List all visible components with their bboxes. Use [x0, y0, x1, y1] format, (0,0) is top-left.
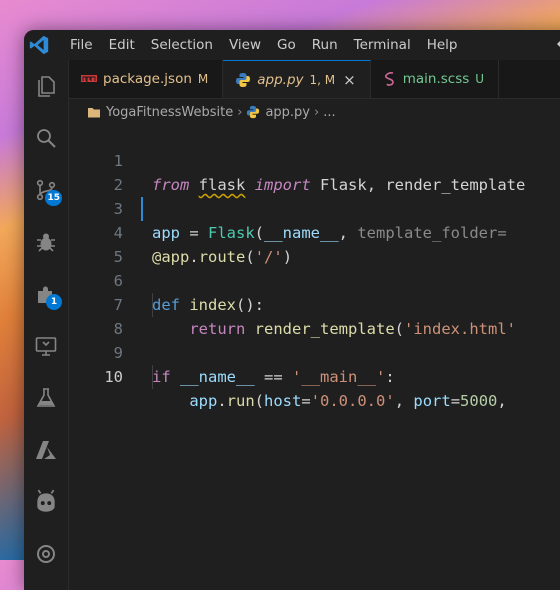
- search-icon[interactable]: [24, 116, 68, 160]
- breadcrumb-ellipsis[interactable]: ...: [323, 105, 335, 120]
- tab-package-json[interactable]: package.json M: [69, 60, 224, 98]
- modified-mark: M: [197, 72, 209, 86]
- chevron-right-icon: ›: [314, 104, 320, 120]
- menu-edit[interactable]: Edit: [101, 37, 143, 53]
- remote-explorer-icon[interactable]: [24, 324, 68, 368]
- menu-terminal[interactable]: Terminal: [346, 37, 419, 53]
- code-line: 8: [69, 293, 560, 338]
- source-control-icon[interactable]: 15: [24, 168, 68, 212]
- menu-view[interactable]: View: [221, 37, 269, 53]
- breadcrumb: YogaFitnessWebsite › app.py › ...: [69, 99, 560, 125]
- openai-icon[interactable]: [24, 532, 68, 576]
- code-line: 9 if __name__ == '__main__':: [69, 317, 560, 386]
- python-icon: [235, 72, 251, 88]
- extensions-icon[interactable]: 1: [24, 272, 68, 316]
- tab-main-scss[interactable]: main.scss U: [370, 60, 500, 98]
- chevron-right-icon: ›: [237, 104, 243, 120]
- tab-label: app.py: [257, 71, 304, 88]
- code-line-current: 10 app.run(host='0.0.0.0', port=5000,: [69, 341, 560, 410]
- azure-icon[interactable]: [24, 428, 68, 472]
- code-line: 1 from flask import Flask, render_templa…: [69, 125, 560, 194]
- npm-icon: [81, 74, 97, 84]
- untracked-mark: U: [475, 72, 485, 86]
- tab-label: main.scss: [402, 71, 470, 87]
- breadcrumb-file-label: app.py: [265, 104, 310, 120]
- code-line: 3: [69, 173, 560, 218]
- code-line: 2 app = Flask(__name__, template_folder=: [69, 149, 560, 242]
- editor-tabs: package.json M app.py 1, M × main.scss U: [69, 60, 560, 99]
- breadcrumb-file[interactable]: app.py: [246, 105, 310, 120]
- extensions-badge: 1: [46, 294, 62, 310]
- copilot-icon[interactable]: [24, 480, 68, 524]
- folder-icon: [88, 107, 100, 117]
- breadcrumb-folder-label: YogaFitnessWebsite: [106, 104, 234, 120]
- python-icon: [247, 105, 260, 119]
- back-arrow-icon[interactable]: [554, 35, 560, 53]
- menu-run[interactable]: Run: [304, 37, 346, 53]
- source-control-badge: 15: [45, 190, 62, 206]
- menubar: File Edit Selection View Go Run Terminal…: [24, 30, 560, 60]
- code-line: 7 return render_template('index.html': [69, 269, 560, 338]
- line-number: 10: [104, 368, 123, 386]
- activity-bar: 15 1: [24, 60, 69, 590]
- tab-label: package.json: [103, 71, 192, 87]
- vscode-logo-icon: [29, 35, 49, 55]
- code-line: 6 def index():: [69, 245, 560, 314]
- breadcrumb-folder[interactable]: YogaFitnessWebsite: [87, 105, 233, 120]
- code-editor[interactable]: 1 from flask import Flask, render_templa…: [69, 125, 560, 590]
- problems-modified-mark: 1, M: [309, 72, 336, 87]
- vscode-window: File Edit Selection View Go Run Terminal…: [24, 30, 560, 590]
- code-line: 4 @app.route('/'): [69, 197, 560, 266]
- tab-app-py[interactable]: app.py 1, M ×: [223, 60, 371, 98]
- code-line: 5: [69, 221, 560, 266]
- menu-selection[interactable]: Selection: [143, 37, 221, 53]
- close-tab-icon[interactable]: ×: [343, 71, 356, 89]
- explorer-icon[interactable]: [24, 64, 68, 108]
- run-debug-icon[interactable]: [24, 220, 68, 264]
- menu-go[interactable]: Go: [269, 37, 304, 53]
- menu-help[interactable]: Help: [419, 37, 466, 53]
- sass-icon: [383, 71, 397, 87]
- menu-file[interactable]: File: [62, 37, 101, 53]
- testing-icon[interactable]: [24, 376, 68, 420]
